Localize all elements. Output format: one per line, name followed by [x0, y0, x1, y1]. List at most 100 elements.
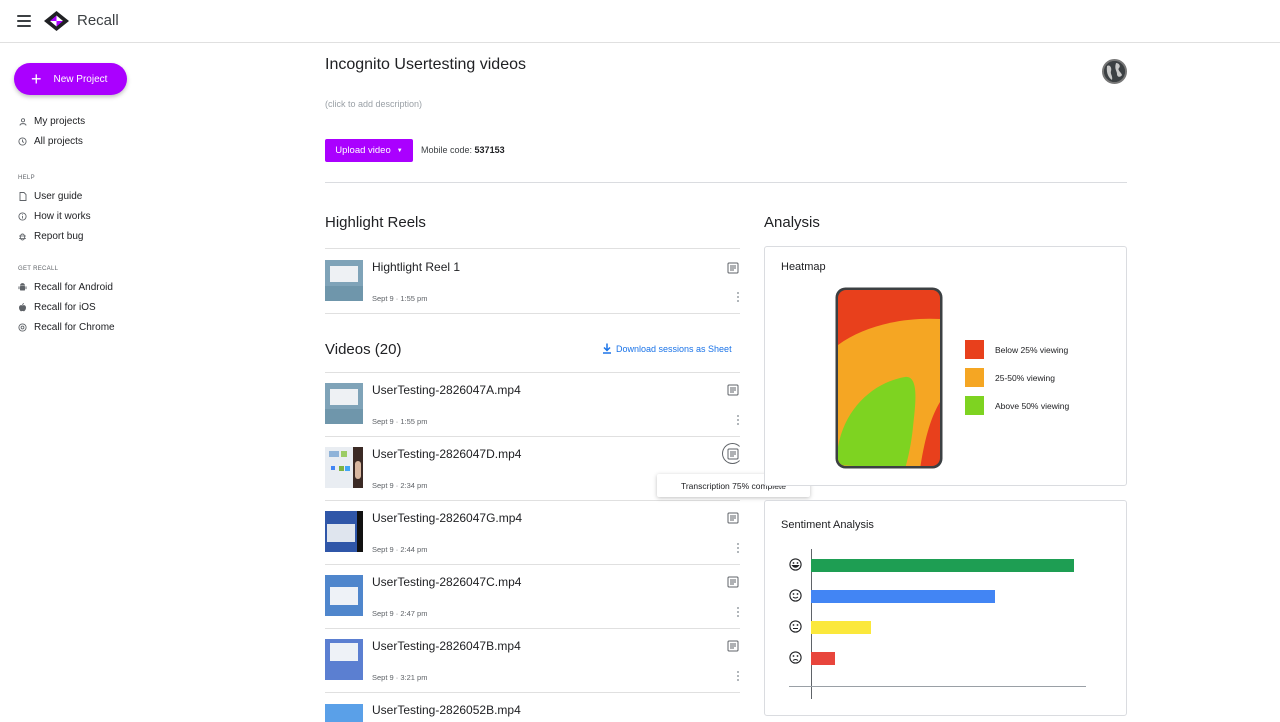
sidebar-item-label: Recall for Android [34, 282, 113, 293]
sentiment-bar [811, 621, 871, 634]
legend-item: Above 50% viewing [965, 396, 1069, 415]
sentiment-row [789, 650, 802, 664]
sidebar-item-chrome[interactable]: Recall for Chrome [18, 322, 115, 333]
sidebar-item-how-it-works[interactable]: How it works [18, 211, 91, 222]
divider [325, 436, 740, 437]
legend-label: Below 25% viewing [995, 344, 1069, 355]
sidebar-item-label: User guide [34, 191, 83, 202]
analysis-title: Analysis [764, 214, 820, 231]
divider [325, 313, 740, 314]
sidebar-item-android[interactable]: Recall for Android [18, 282, 113, 293]
videos-title: Videos (20) [325, 341, 402, 358]
sad-face-icon [789, 650, 802, 664]
help-section-label: HELP [18, 175, 35, 181]
more-options-icon[interactable] [736, 415, 740, 425]
item-date: Sept 9 · 1:55 pm [372, 417, 428, 426]
more-options-icon[interactable] [736, 671, 740, 681]
very-happy-face-icon [789, 557, 802, 571]
sidebar-item-ios[interactable]: Recall for iOS [18, 302, 96, 313]
sidebar-item-label: All projects [34, 136, 83, 147]
sentiment-bar [811, 652, 835, 665]
recall-logo [44, 11, 69, 31]
upload-video-button[interactable]: Upload video ▼ [325, 139, 413, 162]
menu-icon[interactable] [17, 15, 31, 27]
chrome-icon [18, 323, 27, 332]
item-date: Sept 9 · 2:44 pm [372, 545, 428, 554]
highlight-reel-title[interactable]: Hightlight Reel 1 [372, 260, 460, 274]
transcript-icon[interactable] [727, 448, 739, 460]
video-thumbnail[interactable] [325, 704, 363, 722]
transcript-icon[interactable] [727, 262, 739, 274]
chevron-down-icon: ▼ [396, 147, 403, 154]
sidebar-item-label: Recall for iOS [34, 302, 96, 313]
new-project-label: New Project [53, 73, 108, 85]
sidebar-item-report-bug[interactable]: Report bug [18, 231, 83, 242]
divider [325, 372, 740, 373]
legend-item: Below 25% viewing [965, 340, 1068, 359]
document-icon [18, 192, 27, 201]
mobile-code: Mobile code: 537153 [421, 145, 505, 155]
bug-icon [18, 232, 27, 241]
transcript-icon[interactable] [727, 640, 739, 652]
transcript-icon[interactable] [727, 512, 739, 524]
legend-label: Above 50% viewing [995, 400, 1070, 411]
video-thumbnail[interactable] [325, 383, 363, 424]
sentiment-row [789, 619, 802, 633]
divider [325, 248, 740, 249]
more-options-icon[interactable] [736, 292, 740, 302]
neutral-face-icon [789, 619, 802, 633]
sentiment-bar [811, 559, 1074, 572]
video-title[interactable]: UserTesting-2826047G.mp4 [372, 511, 522, 525]
heatmap-card: Heatmap Below 25% viewing 25-50% viewing… [764, 246, 1127, 486]
video-title[interactable]: UserTesting-2826047D.mp4 [372, 447, 521, 461]
project-title[interactable]: Incognito Usertesting videos [325, 56, 526, 74]
legend-item: 25-50% viewing [965, 368, 1055, 387]
more-options-icon[interactable] [736, 607, 740, 617]
chart-baseline [789, 686, 1086, 687]
video-title[interactable]: UserTesting-2826047B.mp4 [372, 639, 521, 653]
video-thumbnail[interactable] [325, 511, 363, 552]
description-field[interactable]: (click to add description) [325, 99, 422, 109]
item-date: Sept 9 · 2:34 pm [372, 481, 428, 490]
download-icon [603, 343, 611, 354]
item-date: Sept 9 · 3:21 pm [372, 673, 428, 682]
divider [325, 628, 740, 629]
sidebar-item-user-guide[interactable]: User guide [18, 191, 82, 202]
new-project-button[interactable]: + New Project [14, 63, 127, 95]
info-icon [18, 212, 27, 221]
get-recall-section-label: GET RECALL [18, 266, 59, 272]
transcript-icon[interactable] [727, 384, 739, 396]
sidebar-item-all-projects[interactable]: All projects [18, 136, 83, 147]
sidebar-item-my-projects[interactable]: My projects [18, 116, 85, 127]
sentiment-row [789, 557, 802, 571]
header-divider [325, 182, 1127, 183]
app-title: Recall [77, 12, 119, 29]
video-thumbnail[interactable] [325, 447, 363, 488]
legend-swatch [965, 396, 984, 415]
video-title[interactable]: UserTesting-2826047A.mp4 [372, 383, 521, 397]
sentiment-title: Sentiment Analysis [781, 519, 874, 531]
person-icon [18, 117, 27, 126]
divider [325, 564, 740, 565]
divider [325, 500, 740, 501]
clock-icon [18, 137, 27, 146]
sidebar-item-label: My projects [34, 116, 86, 127]
sentiment-card: Sentiment Analysis [764, 500, 1127, 716]
top-bar: Recall [0, 0, 1280, 43]
legend-swatch [965, 368, 984, 387]
item-date: Sept 9 · 2:47 pm [372, 609, 428, 618]
video-title[interactable]: UserTesting-2826047C.mp4 [372, 575, 521, 589]
highlight-reels-title: Highlight Reels [325, 214, 426, 231]
more-options-icon[interactable] [736, 543, 740, 553]
download-sessions-link[interactable]: Download sessions as Sheet [602, 343, 732, 354]
heatmap-title: Heatmap [781, 261, 826, 273]
apple-icon [18, 303, 27, 312]
video-thumbnail[interactable] [325, 575, 363, 616]
globe-icon[interactable] [1102, 59, 1127, 84]
happy-face-icon [789, 588, 802, 602]
video-thumbnail[interactable] [325, 639, 363, 680]
transcript-icon[interactable] [727, 576, 739, 588]
video-thumbnail[interactable] [325, 260, 363, 301]
plus-icon: + [31, 69, 42, 89]
video-title[interactable]: UserTesting-2826052B.mp4 [372, 703, 521, 717]
